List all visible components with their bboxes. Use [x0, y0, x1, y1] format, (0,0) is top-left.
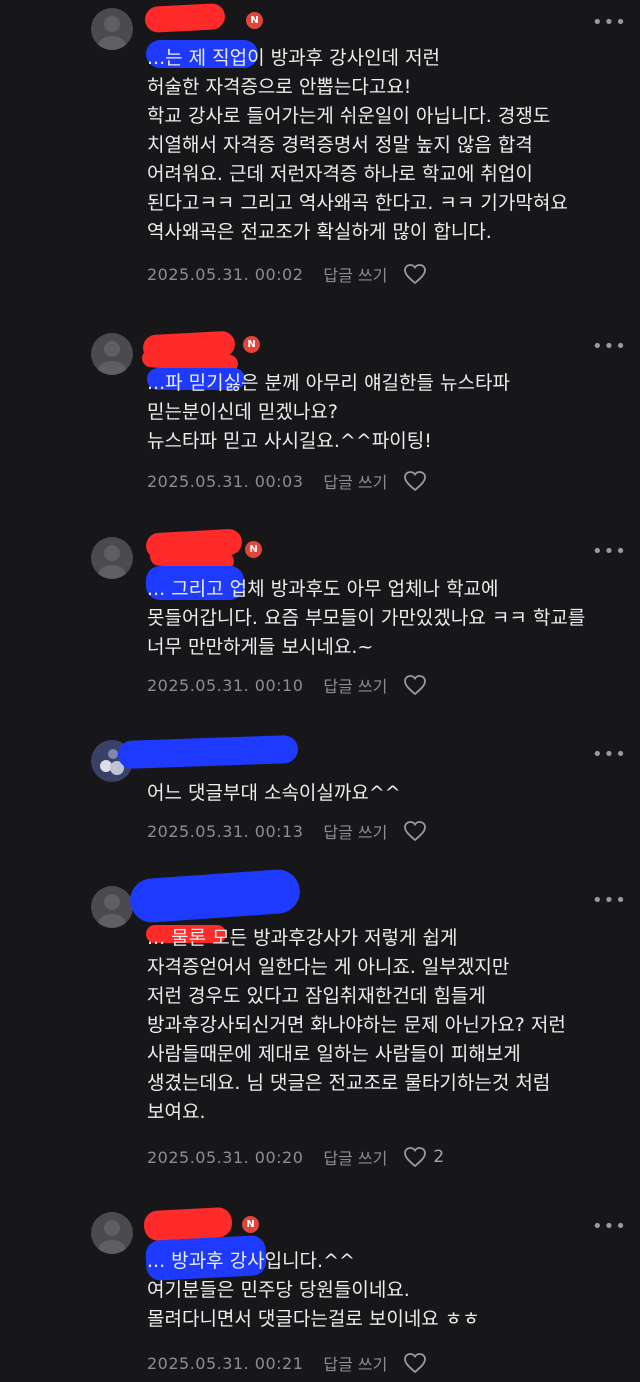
heart-icon — [404, 1147, 427, 1168]
more-options-icon[interactable]: ••• — [592, 890, 627, 911]
comment-date: 2025.05.31. 00:20 — [147, 1147, 304, 1167]
comment-meta: 2025.05.31. 00:13 답글 쓰기 — [147, 819, 433, 843]
default-avatar-icon — [98, 16, 126, 50]
like-button[interactable]: 2 — [403, 1146, 444, 1168]
naver-badge: N — [246, 12, 263, 29]
reply-button[interactable]: 답글 쓰기 — [323, 262, 387, 286]
comment-date: 2025.05.31. 00:02 — [147, 264, 304, 284]
comment-meta: 2025.05.31. 00:10 답글 쓰기 — [147, 673, 433, 697]
naver-badge: N — [243, 336, 260, 353]
heart-icon — [404, 471, 427, 492]
comment-text: ...파 믿기싫은 분께 아무리 얘길한들 뉴스타파 믿는분이신데 믿겠나요? … — [147, 372, 510, 452]
heart-icon — [404, 821, 427, 842]
heart-icon — [404, 264, 427, 285]
avatar[interactable] — [91, 8, 133, 50]
comment-meta: 2025.05.31. 00:02 답글 쓰기 — [147, 262, 433, 286]
comment-meta: 2025.05.31. 00:21 답글 쓰기 — [147, 1351, 433, 1375]
avatar[interactable] — [91, 1212, 133, 1254]
default-avatar-icon — [98, 894, 126, 928]
default-avatar-icon — [98, 1220, 126, 1254]
comment-date: 2025.05.31. 00:03 — [147, 471, 304, 491]
naver-badge: N — [245, 541, 262, 558]
comment-text: ... 방과후 강사입니다.^^ 여기분들은 민주당 당원들이네요. 몰려다니면… — [147, 1250, 480, 1330]
more-options-icon[interactable]: ••• — [592, 1216, 627, 1237]
redacted-username — [144, 2, 226, 34]
redacted-username — [143, 1206, 233, 1242]
reply-button[interactable]: 답글 쓰기 — [323, 469, 387, 493]
like-button[interactable] — [403, 820, 433, 842]
comment-text: 어느 댓글부대 소속이실까요^^ — [147, 782, 401, 804]
like-count: 2 — [433, 1147, 445, 1167]
heart-icon — [404, 675, 427, 696]
default-avatar-icon — [98, 545, 126, 579]
reply-button[interactable]: 답글 쓰기 — [323, 1351, 387, 1375]
like-button[interactable] — [403, 674, 433, 696]
avatar[interactable] — [91, 886, 133, 928]
heart-icon — [404, 1353, 427, 1374]
comment-text: ... 물론 모든 방과후강사가 저렇게 쉽게 자격증얻어서 일한다는 게 아니… — [147, 927, 566, 1123]
naver-badge: N — [242, 1216, 259, 1233]
reply-button[interactable]: 답글 쓰기 — [323, 819, 387, 843]
default-avatar-icon — [98, 341, 126, 375]
comment-meta: 2025.05.31. 00:20 답글 쓰기 2 — [147, 1145, 444, 1169]
more-options-icon[interactable]: ••• — [592, 12, 627, 33]
more-options-icon[interactable]: ••• — [592, 744, 627, 765]
more-options-icon[interactable]: ••• — [592, 541, 627, 562]
like-button[interactable] — [403, 1352, 433, 1374]
more-options-icon[interactable]: ••• — [592, 336, 627, 357]
reply-button[interactable]: 답글 쓰기 — [323, 1145, 387, 1169]
comment-date: 2025.05.31. 00:10 — [147, 675, 304, 695]
redacted-username — [117, 734, 299, 770]
reply-button[interactable]: 답글 쓰기 — [323, 673, 387, 697]
comment-text: ...는 제 직업이 방과후 강사인데 저런 허술한 자격증으로 안뽑는다고요!… — [147, 47, 568, 243]
comment-meta: 2025.05.31. 00:03 답글 쓰기 — [147, 469, 433, 493]
avatar[interactable] — [91, 537, 133, 579]
comment-date: 2025.05.31. 00:21 — [147, 1353, 304, 1373]
like-button[interactable] — [403, 470, 433, 492]
like-button[interactable] — [403, 263, 433, 285]
comment-date: 2025.05.31. 00:13 — [147, 821, 304, 841]
avatar[interactable] — [91, 333, 133, 375]
comment-text: ... 그리고 업체 방과후도 아무 업체나 학교에 못들어갑니다. 요즘 부모… — [147, 578, 586, 658]
redacted-username — [128, 868, 302, 924]
